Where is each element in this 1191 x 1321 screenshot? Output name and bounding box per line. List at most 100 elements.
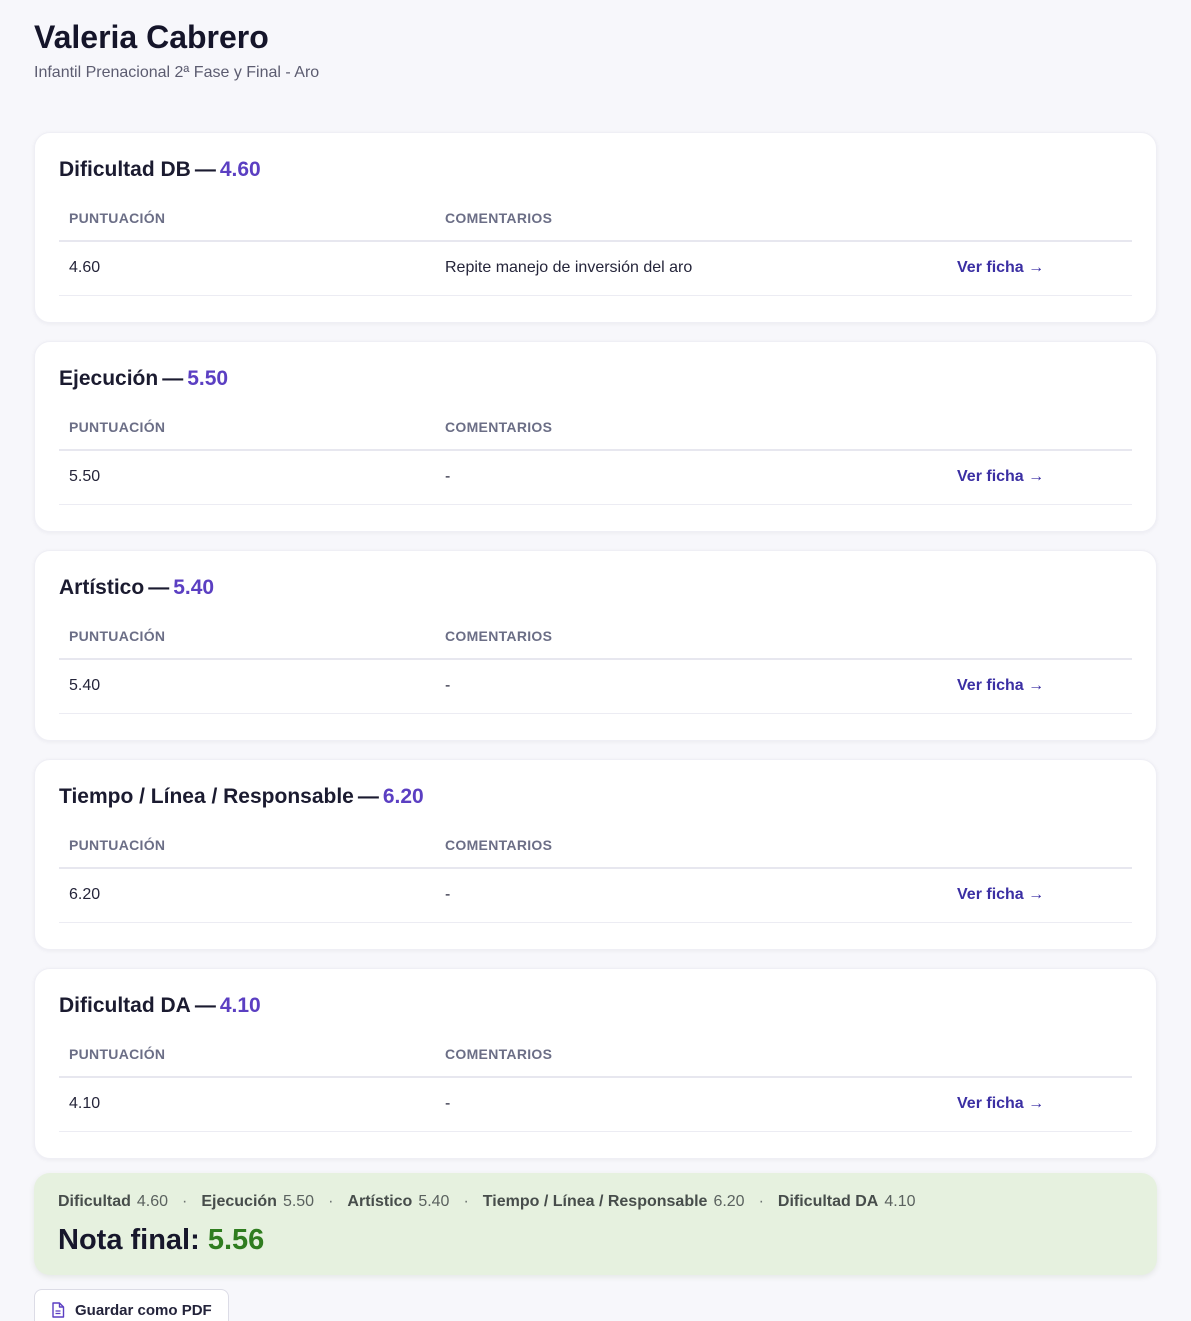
table-header-row: PUNTUACIÓN COMENTARIOS <box>59 613 1132 660</box>
summary-value: 6.20 <box>713 1193 745 1210</box>
scores-table: PUNTUACIÓN COMENTARIOS 4.10 - Ver ficha … <box>59 1031 1132 1132</box>
title-separator: — <box>162 367 184 390</box>
title-separator: — <box>148 576 170 599</box>
final-grade-value: 5.56 <box>207 1224 265 1256</box>
final-grade-label: Nota final: <box>58 1224 200 1256</box>
section-dificultad-db: Dificultad DB —4.60 PUNTUACIÓN COMENTARIO… <box>34 132 1157 323</box>
header-comentarios: COMENTARIOS <box>435 404 947 451</box>
score-sections: Dificultad DB —4.60 PUNTUACIÓN COMENTARIO… <box>34 132 1157 1321</box>
cell-action: Ver ficha → <box>947 868 1132 923</box>
cell-score: 5.50 <box>59 450 435 505</box>
section-name: Artístico <box>59 576 145 599</box>
title-separator: — <box>194 158 216 181</box>
header-actions <box>947 195 1132 242</box>
table-header-row: PUNTUACIÓN COMENTARIOS <box>59 195 1132 242</box>
summary-label: Artístico <box>347 1193 413 1210</box>
cell-score: 4.60 <box>59 241 435 296</box>
section-dificultad-da: Dificultad DA —4.10 PUNTUACIÓN COMENTARIO… <box>34 968 1157 1159</box>
page-header: Valeria Cabrero Infantil Prenacional 2ª … <box>34 18 1157 83</box>
score-summary: Dificultad 4.60 · Ejecución 5.50 · Artístico 5.… <box>34 1173 1157 1275</box>
header-puntuacion: PUNTUACIÓN <box>59 404 435 451</box>
ver-ficha-link[interactable]: Ver ficha → <box>957 259 1044 276</box>
document-icon <box>51 1302 65 1318</box>
cell-comment: - <box>435 1077 947 1132</box>
table-row: 5.50 - Ver ficha → <box>59 450 1132 505</box>
header-puntuacion: PUNTUACIÓN <box>59 613 435 660</box>
section-tiempo-linea-responsable: Tiempo / Línea / Responsable —6.20 PUNTUA… <box>34 759 1157 950</box>
section-name: Ejecución <box>59 367 159 390</box>
table-row: 4.60 Repite manejo de inversión del aro … <box>59 241 1132 296</box>
table-row: 5.40 - Ver ficha → <box>59 659 1132 714</box>
summary-separator: · <box>463 1193 469 1210</box>
table-header-row: PUNTUACIÓN COMENTARIOS <box>59 1031 1132 1078</box>
section-ejecucion: Ejecución —5.50 PUNTUACIÓN COMENTARIOS 5.… <box>34 341 1157 532</box>
section-score: 6.20 <box>382 785 424 808</box>
table-row: 6.20 - Ver ficha → <box>59 868 1132 923</box>
cell-comment: - <box>435 450 947 505</box>
cell-action: Ver ficha → <box>947 1077 1132 1132</box>
table-header-row: PUNTUACIÓN COMENTARIOS <box>59 822 1132 869</box>
summary-label: Dificultad <box>58 1193 131 1210</box>
title-separator: — <box>357 785 379 808</box>
ver-ficha-link[interactable]: Ver ficha → <box>957 1095 1044 1112</box>
table-row: 4.10 - Ver ficha → <box>59 1077 1132 1132</box>
header-comentarios: COMENTARIOS <box>435 822 947 869</box>
cell-comment: - <box>435 659 947 714</box>
section-name: Dificultad DA <box>59 994 191 1017</box>
summary-breakdown: Dificultad 4.60 · Ejecución 5.50 · Artístico 5.… <box>58 1191 1133 1213</box>
cell-action: Ver ficha → <box>947 659 1132 714</box>
section-title: Dificultad DA —4.10 <box>59 993 1132 1019</box>
title-separator: — <box>194 994 216 1017</box>
save-pdf-label: Guardar como PDF <box>75 1301 212 1319</box>
summary-value: 4.10 <box>884 1193 916 1210</box>
section-score: 4.60 <box>219 158 261 181</box>
header-actions <box>947 404 1132 451</box>
final-grade: Nota final: 5.56 <box>58 1222 1133 1258</box>
summary-separator: · <box>182 1193 188 1210</box>
section-score: 5.50 <box>187 367 229 390</box>
cell-action: Ver ficha → <box>947 450 1132 505</box>
scores-table: PUNTUACIÓN COMENTARIOS 5.50 - Ver ficha … <box>59 404 1132 505</box>
section-title: Ejecución —5.50 <box>59 366 1132 392</box>
section-title: Tiempo / Línea / Responsable —6.20 <box>59 784 1132 810</box>
summary-value: 4.60 <box>136 1193 169 1210</box>
section-title: Artístico —5.40 <box>59 575 1132 601</box>
athlete-category: Infantil Prenacional 2ª Fase y Final - A… <box>34 64 320 81</box>
scores-table: PUNTUACIÓN COMENTARIOS 5.40 - Ver ficha … <box>59 613 1132 714</box>
section-score: 5.40 <box>173 576 215 599</box>
cell-comment: - <box>435 868 947 923</box>
summary-separator: · <box>758 1193 764 1210</box>
table-header-row: PUNTUACIÓN COMENTARIOS <box>59 404 1132 451</box>
header-comentarios: COMENTARIOS <box>435 195 947 242</box>
scores-table: PUNTUACIÓN COMENTARIOS 6.20 - Ver ficha … <box>59 822 1132 923</box>
summary-label: Tiempo / Línea / Responsable <box>482 1193 708 1210</box>
section-artistico: Artístico —5.40 PUNTUACIÓN COMENTARIOS 5.… <box>34 550 1157 741</box>
cell-score: 4.10 <box>59 1077 435 1132</box>
header-puntuacion: PUNTUACIÓN <box>59 195 435 242</box>
section-score: 4.10 <box>219 994 261 1017</box>
summary-label: Ejecución <box>201 1193 277 1210</box>
header-comentarios: COMENTARIOS <box>435 1031 947 1078</box>
section-name: Tiempo / Línea / Responsable <box>59 785 354 808</box>
cell-action: Ver ficha → <box>947 241 1132 296</box>
save-pdf-button[interactable]: Guardar como PDF <box>34 1289 229 1321</box>
header-comentarios: COMENTARIOS <box>435 613 947 660</box>
summary-label: Dificultad DA <box>777 1193 879 1210</box>
cell-comment: Repite manejo de inversión del aro <box>435 241 947 296</box>
athlete-name: Valeria Cabrero <box>34 19 269 55</box>
header-actions <box>947 822 1132 869</box>
header-actions <box>947 613 1132 660</box>
section-name: Dificultad DB <box>59 158 191 181</box>
cell-score: 5.40 <box>59 659 435 714</box>
ver-ficha-link[interactable]: Ver ficha → <box>957 677 1044 694</box>
summary-value: 5.50 <box>282 1193 315 1210</box>
ver-ficha-link[interactable]: Ver ficha → <box>957 468 1044 485</box>
summary-separator: · <box>328 1193 334 1210</box>
cell-score: 6.20 <box>59 868 435 923</box>
header-puntuacion: PUNTUACIÓN <box>59 822 435 869</box>
header-puntuacion: PUNTUACIÓN <box>59 1031 435 1078</box>
ver-ficha-link[interactable]: Ver ficha → <box>957 886 1044 903</box>
page: Valeria Cabrero Infantil Prenacional 2ª … <box>0 0 1191 1321</box>
section-title: Dificultad DB —4.60 <box>59 157 1132 183</box>
scores-table: PUNTUACIÓN COMENTARIOS 4.60 Repite manej… <box>59 195 1132 296</box>
